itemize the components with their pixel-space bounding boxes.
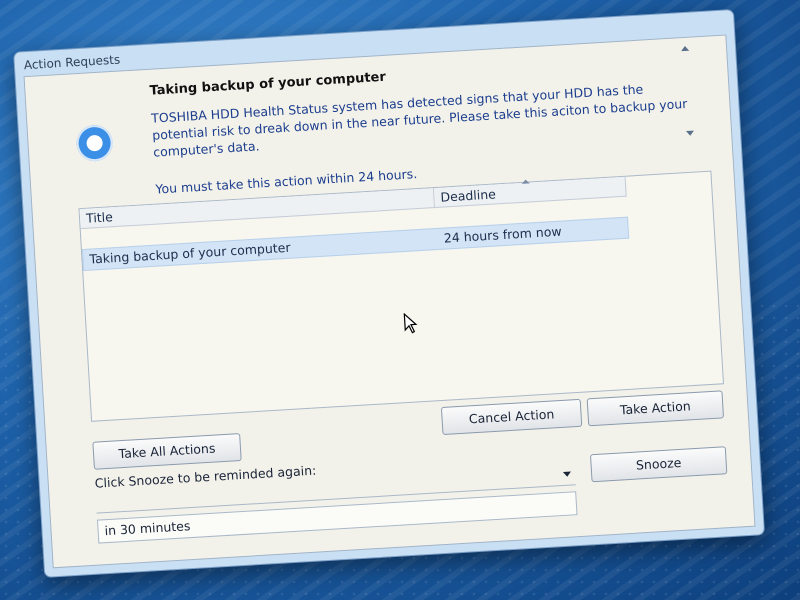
take-all-actions-button[interactable]: Take All Actions	[92, 433, 242, 470]
column-header-title[interactable]: Title	[79, 188, 436, 230]
dialog-content: Taking backup of your computer TOSHIBA H…	[23, 34, 756, 569]
scroll-down-icon[interactable]	[685, 130, 695, 137]
window-title: Action Requests	[23, 52, 121, 73]
message-title: Taking backup of your computer	[149, 69, 387, 99]
scroll-up-icon[interactable]	[680, 45, 690, 52]
mouse-cursor-icon	[403, 312, 418, 334]
sort-ascending-icon	[521, 179, 530, 184]
take-action-button[interactable]: Take Action	[586, 390, 725, 427]
beats-audio-icon	[75, 124, 114, 163]
action-list[interactable]: Title Deadline Taking backup of your com…	[78, 170, 725, 422]
column-header-deadline[interactable]: Deadline	[433, 176, 627, 209]
cancel-action-button[interactable]: Cancel Action	[440, 398, 583, 436]
row-title: Taking backup of your computer	[89, 239, 291, 267]
column-header-deadline-label: Deadline	[439, 186, 497, 205]
row-deadline: 24 hours from now	[443, 223, 562, 246]
action-requests-window: Action Requests Taking backup of your co…	[13, 8, 766, 578]
table-row[interactable]: Taking backup of your computer 24 hours …	[81, 216, 630, 272]
chevron-down-icon[interactable]	[562, 471, 572, 477]
snooze-button[interactable]: Snooze	[589, 446, 728, 483]
